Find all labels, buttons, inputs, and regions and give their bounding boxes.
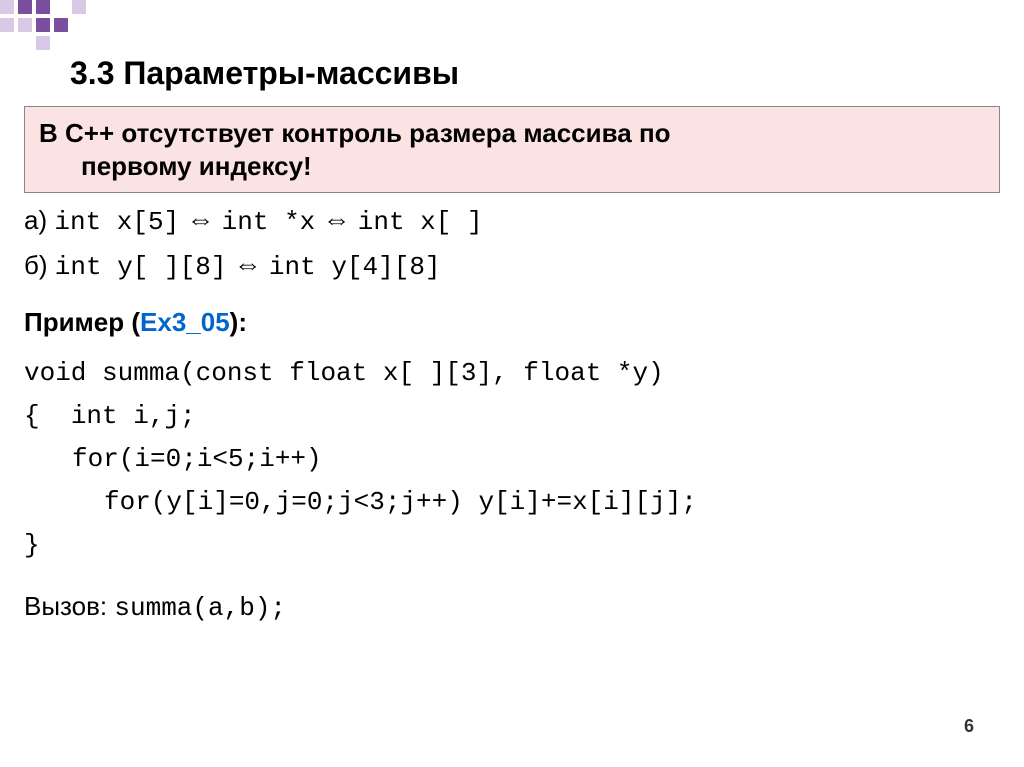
item-a-part2: int *x <box>222 207 316 237</box>
item-a-part3: int x[ ] <box>358 207 483 237</box>
warning-banner: В С++ отсутствует контроль размера масси… <box>24 106 1000 193</box>
banner-text: В С++ отсутствует контроль размера масси… <box>39 117 985 182</box>
code-line-1: void summa(const float x[ ][3], float *y… <box>24 352 1000 395</box>
equiv-arrow-icon: ⇔ <box>234 246 262 284</box>
banner-line2: первому индексу! <box>39 150 985 183</box>
code-block: void summa(const float x[ ][3], float *y… <box>24 352 1000 566</box>
call-expr: summa(a,b); <box>114 593 286 623</box>
item-a-part1: int x[5] <box>54 207 179 237</box>
code-line-2-body: int i,j; <box>71 401 196 431</box>
item-b-part2: int y[4][8] <box>269 252 441 282</box>
equiv-line-b: б) int y[ ][8] ⇔ int y[4][8] <box>24 246 1000 285</box>
corner-decoration <box>0 0 200 55</box>
slide-title: 3.3 Параметры-массивы <box>70 55 1000 92</box>
equiv-arrow-icon: ⇔ <box>186 201 214 239</box>
call-line: Вызов: summa(a,b); <box>24 591 1000 623</box>
item-b-part1: int y[ ][8] <box>55 252 227 282</box>
call-label: Вызов: <box>24 591 107 621</box>
item-b-label: б) <box>24 250 48 280</box>
example-heading-suffix: ): <box>230 307 247 337</box>
equiv-arrow-icon: ⇔ <box>323 201 351 239</box>
example-heading-prefix: Пример ( <box>24 307 140 337</box>
code-line-3: for(i=0;i<5;i++) <box>24 438 1000 481</box>
code-line-4: for(y[i]=0,j=0;j<3;j++) y[i]+=x[i][j]; <box>24 481 1000 524</box>
banner-line1: В С++ отсутствует контроль размера масси… <box>39 118 671 148</box>
code-line-5: } <box>24 524 1000 567</box>
example-name: Ex3_05 <box>140 307 230 337</box>
slide-body: 3.3 Параметры-массивы В С++ отсутствует … <box>0 0 1024 623</box>
equiv-line-a: а) int x[5] ⇔ int *x ⇔ int x[ ] <box>24 201 1000 240</box>
page-number: 6 <box>964 716 974 737</box>
code-line-2: { int i,j; <box>24 395 1000 438</box>
code-open-brace: { <box>24 401 40 431</box>
example-heading: Пример (Ex3_05): <box>24 307 1000 338</box>
item-a-label: а) <box>24 205 47 235</box>
